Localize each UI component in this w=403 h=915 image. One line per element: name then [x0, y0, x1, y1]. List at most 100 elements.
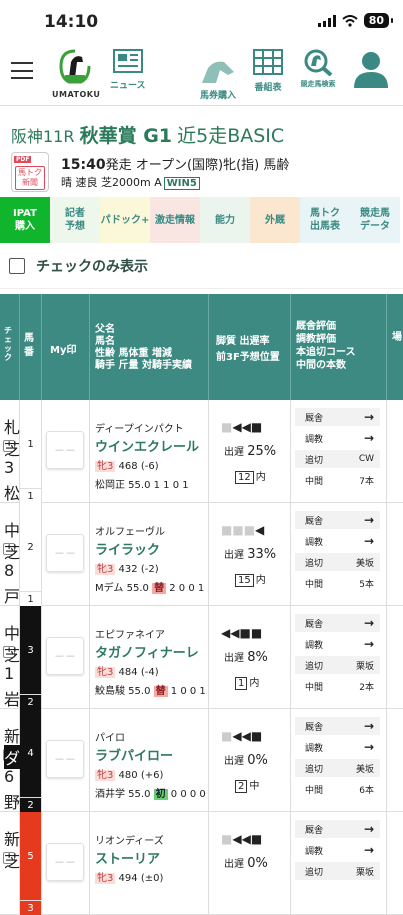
running-style-marks: ◀◀■■: [221, 626, 262, 640]
umatoku-logo[interactable]: UMATOKU: [52, 48, 100, 99]
my-mark-select[interactable]: －－: [46, 740, 84, 778]
evaluation-box: 厩舎 → 調教 → 追切 美坂 中間 6本: [295, 714, 380, 798]
style-mark: ◀: [232, 832, 242, 846]
style-mark: ■: [232, 523, 244, 537]
jockey-weight: 松岡正 55.0: [95, 480, 154, 491]
jockey-info: 松岡正 55.0 1 1 0 1: [95, 476, 189, 491]
body-weight: 432 (-2): [115, 564, 159, 575]
late-label: 出遅: [224, 859, 248, 870]
table-header: チェック 馬番 My印 父名 馬名 性齢 馬体重 増減 騎手 斤量 対騎手実績 脚質 …: [0, 294, 403, 400]
race-name: 秋華賞 G1: [79, 125, 173, 147]
tab-0[interactable]: IPAT 購入: [0, 197, 50, 243]
section-tabs: IPAT 購入 記者 予想 パドック+ 激走情報 能力 外厩 馬トク 出馬表 競走馬 データ: [0, 197, 403, 243]
track-cell: 中: [4, 521, 21, 540]
horse-stats: 牝3 494 (±0): [95, 869, 163, 884]
my-mark-select[interactable]: －－: [46, 843, 84, 881]
check-filter[interactable]: チェックのみ表示: [0, 243, 403, 289]
tab-7[interactable]: 競走馬 データ: [350, 197, 400, 243]
my-mark-select[interactable]: －－: [46, 637, 84, 675]
style-mark: ◀: [232, 729, 242, 743]
horse-name[interactable]: タガノフィナーレ: [95, 642, 199, 661]
account-button[interactable]: [350, 50, 392, 93]
grid-table-icon: [253, 49, 283, 75]
sex-age-badge: 牝3: [95, 667, 116, 678]
arrow-right-icon: →: [363, 719, 374, 733]
bet-button[interactable]: 馬券購入: [196, 58, 240, 101]
label: 調教: [305, 846, 324, 857]
tab-2[interactable]: パドック+: [100, 197, 150, 243]
tab-6[interactable]: 馬トク 出馬表: [300, 197, 350, 243]
label: 調教: [305, 537, 324, 548]
train-eval: 調教 →: [295, 532, 380, 550]
horse-name[interactable]: ラブパイロー: [95, 745, 173, 764]
jockey-info: Mデム 55.0 替 2 0 0 1: [95, 579, 204, 594]
track-cell: 野: [4, 793, 21, 812]
horse-number: 3: [20, 606, 41, 694]
filter-checkbox[interactable]: [9, 257, 25, 274]
sex-age-badge: 牝3: [95, 770, 116, 781]
tab-1[interactable]: 記者 予想: [50, 197, 100, 243]
train-eval: 調教 →: [295, 738, 380, 756]
jockey-weight: 鮫島駿 55.0: [95, 686, 154, 697]
jockey-weight: 酒井学 55.0: [95, 789, 154, 800]
late-start-rate: 出遅 33%: [224, 546, 276, 562]
style-mark: ■: [239, 626, 251, 640]
tab-5[interactable]: 外厩: [250, 197, 300, 243]
style-mark: ◀: [255, 523, 265, 537]
track-cell: ダ: [4, 745, 21, 769]
horse-name[interactable]: ストーリア: [95, 848, 160, 867]
my-mark-select[interactable]: －－: [46, 431, 84, 469]
news-button[interactable]: ニュース: [110, 48, 146, 91]
horse-number: 4: [20, 709, 41, 797]
track-cell: 芝: [4, 852, 21, 871]
position-side: 内: [255, 575, 266, 586]
arrow-right-icon: →: [363, 740, 374, 754]
late-value: 0%: [247, 856, 268, 871]
late-label: 出遅: [224, 756, 248, 767]
my-mark-select[interactable]: －－: [46, 534, 84, 572]
status-bar: 14:10 80: [0, 0, 403, 44]
style-mark: ◀: [241, 420, 251, 434]
horse-number: 2: [20, 503, 41, 591]
table-row: 4 2 －－ パイロ ラブパイロー 牝3 480 (+6) 酒井学 55.0 初 0 0 0…: [0, 709, 403, 812]
view-mode: 近5走BASIC: [177, 125, 285, 147]
track-cell: 1: [4, 664, 15, 683]
predicted-position: 15 内: [235, 571, 266, 587]
mid-count: 中間 2本: [295, 677, 380, 695]
header-style: 脚質 出遅率 前3F予想位置: [216, 336, 280, 363]
tab-3[interactable]: 激走情報: [150, 197, 200, 243]
track-cell: 松: [4, 484, 21, 503]
jockey-record: 2 0 0 1: [166, 583, 205, 594]
running-style-marks: ■◀◀■: [221, 729, 262, 743]
last-course: 追切 美坂: [295, 759, 380, 777]
style-mark: ◀: [221, 626, 231, 640]
menu-icon[interactable]: [11, 62, 33, 79]
evaluation-box: 厩舎 → 調教 → 追切 栗坂: [295, 817, 380, 880]
horse-stats: 牝3 468 (-6): [95, 457, 159, 472]
track-cell: 芝: [4, 646, 21, 665]
horse-name[interactable]: ウインエクレール: [95, 436, 199, 455]
position-side: 内: [255, 472, 266, 483]
track-cell: 中: [4, 624, 21, 643]
label: 厩舎: [305, 516, 324, 527]
racecard-button[interactable]: 番組表: [252, 48, 284, 93]
course-value: 美坂: [355, 558, 374, 569]
style-mark: ■: [250, 626, 263, 640]
track-cell: 3: [4, 458, 15, 477]
tab-4[interactable]: 能力: [200, 197, 250, 243]
stable-eval: 厩舎 →: [295, 820, 380, 838]
win5-badge[interactable]: WIN5: [163, 177, 200, 190]
position-number: 15: [235, 574, 254, 587]
horse-search-button[interactable]: 競走馬検索: [300, 48, 336, 89]
late-label: 出遅: [224, 550, 248, 561]
track-cell: 岩: [4, 690, 21, 709]
style-mark: ■: [243, 523, 256, 537]
course-value: CW: [358, 454, 374, 464]
table-row: 1 1 －－ ディープインパクト ウインエクレール 牝3 468 (-6) 松岡正 55.0…: [0, 400, 403, 503]
table-row: 5 3 －－ リオンディーズ ストーリア 牝3 494 (±0) ■◀◀■ 出遅 0% 厩舎 →…: [0, 812, 403, 915]
body-weight: 480 (+6): [115, 770, 164, 781]
pdf-newspaper-button[interactable]: PDF 馬トク新聞: [11, 152, 49, 192]
jockey-record: 1 0 0 1: [167, 686, 206, 697]
sex-age-badge: 牝3: [95, 873, 116, 884]
horse-name[interactable]: ライラック: [95, 539, 160, 558]
